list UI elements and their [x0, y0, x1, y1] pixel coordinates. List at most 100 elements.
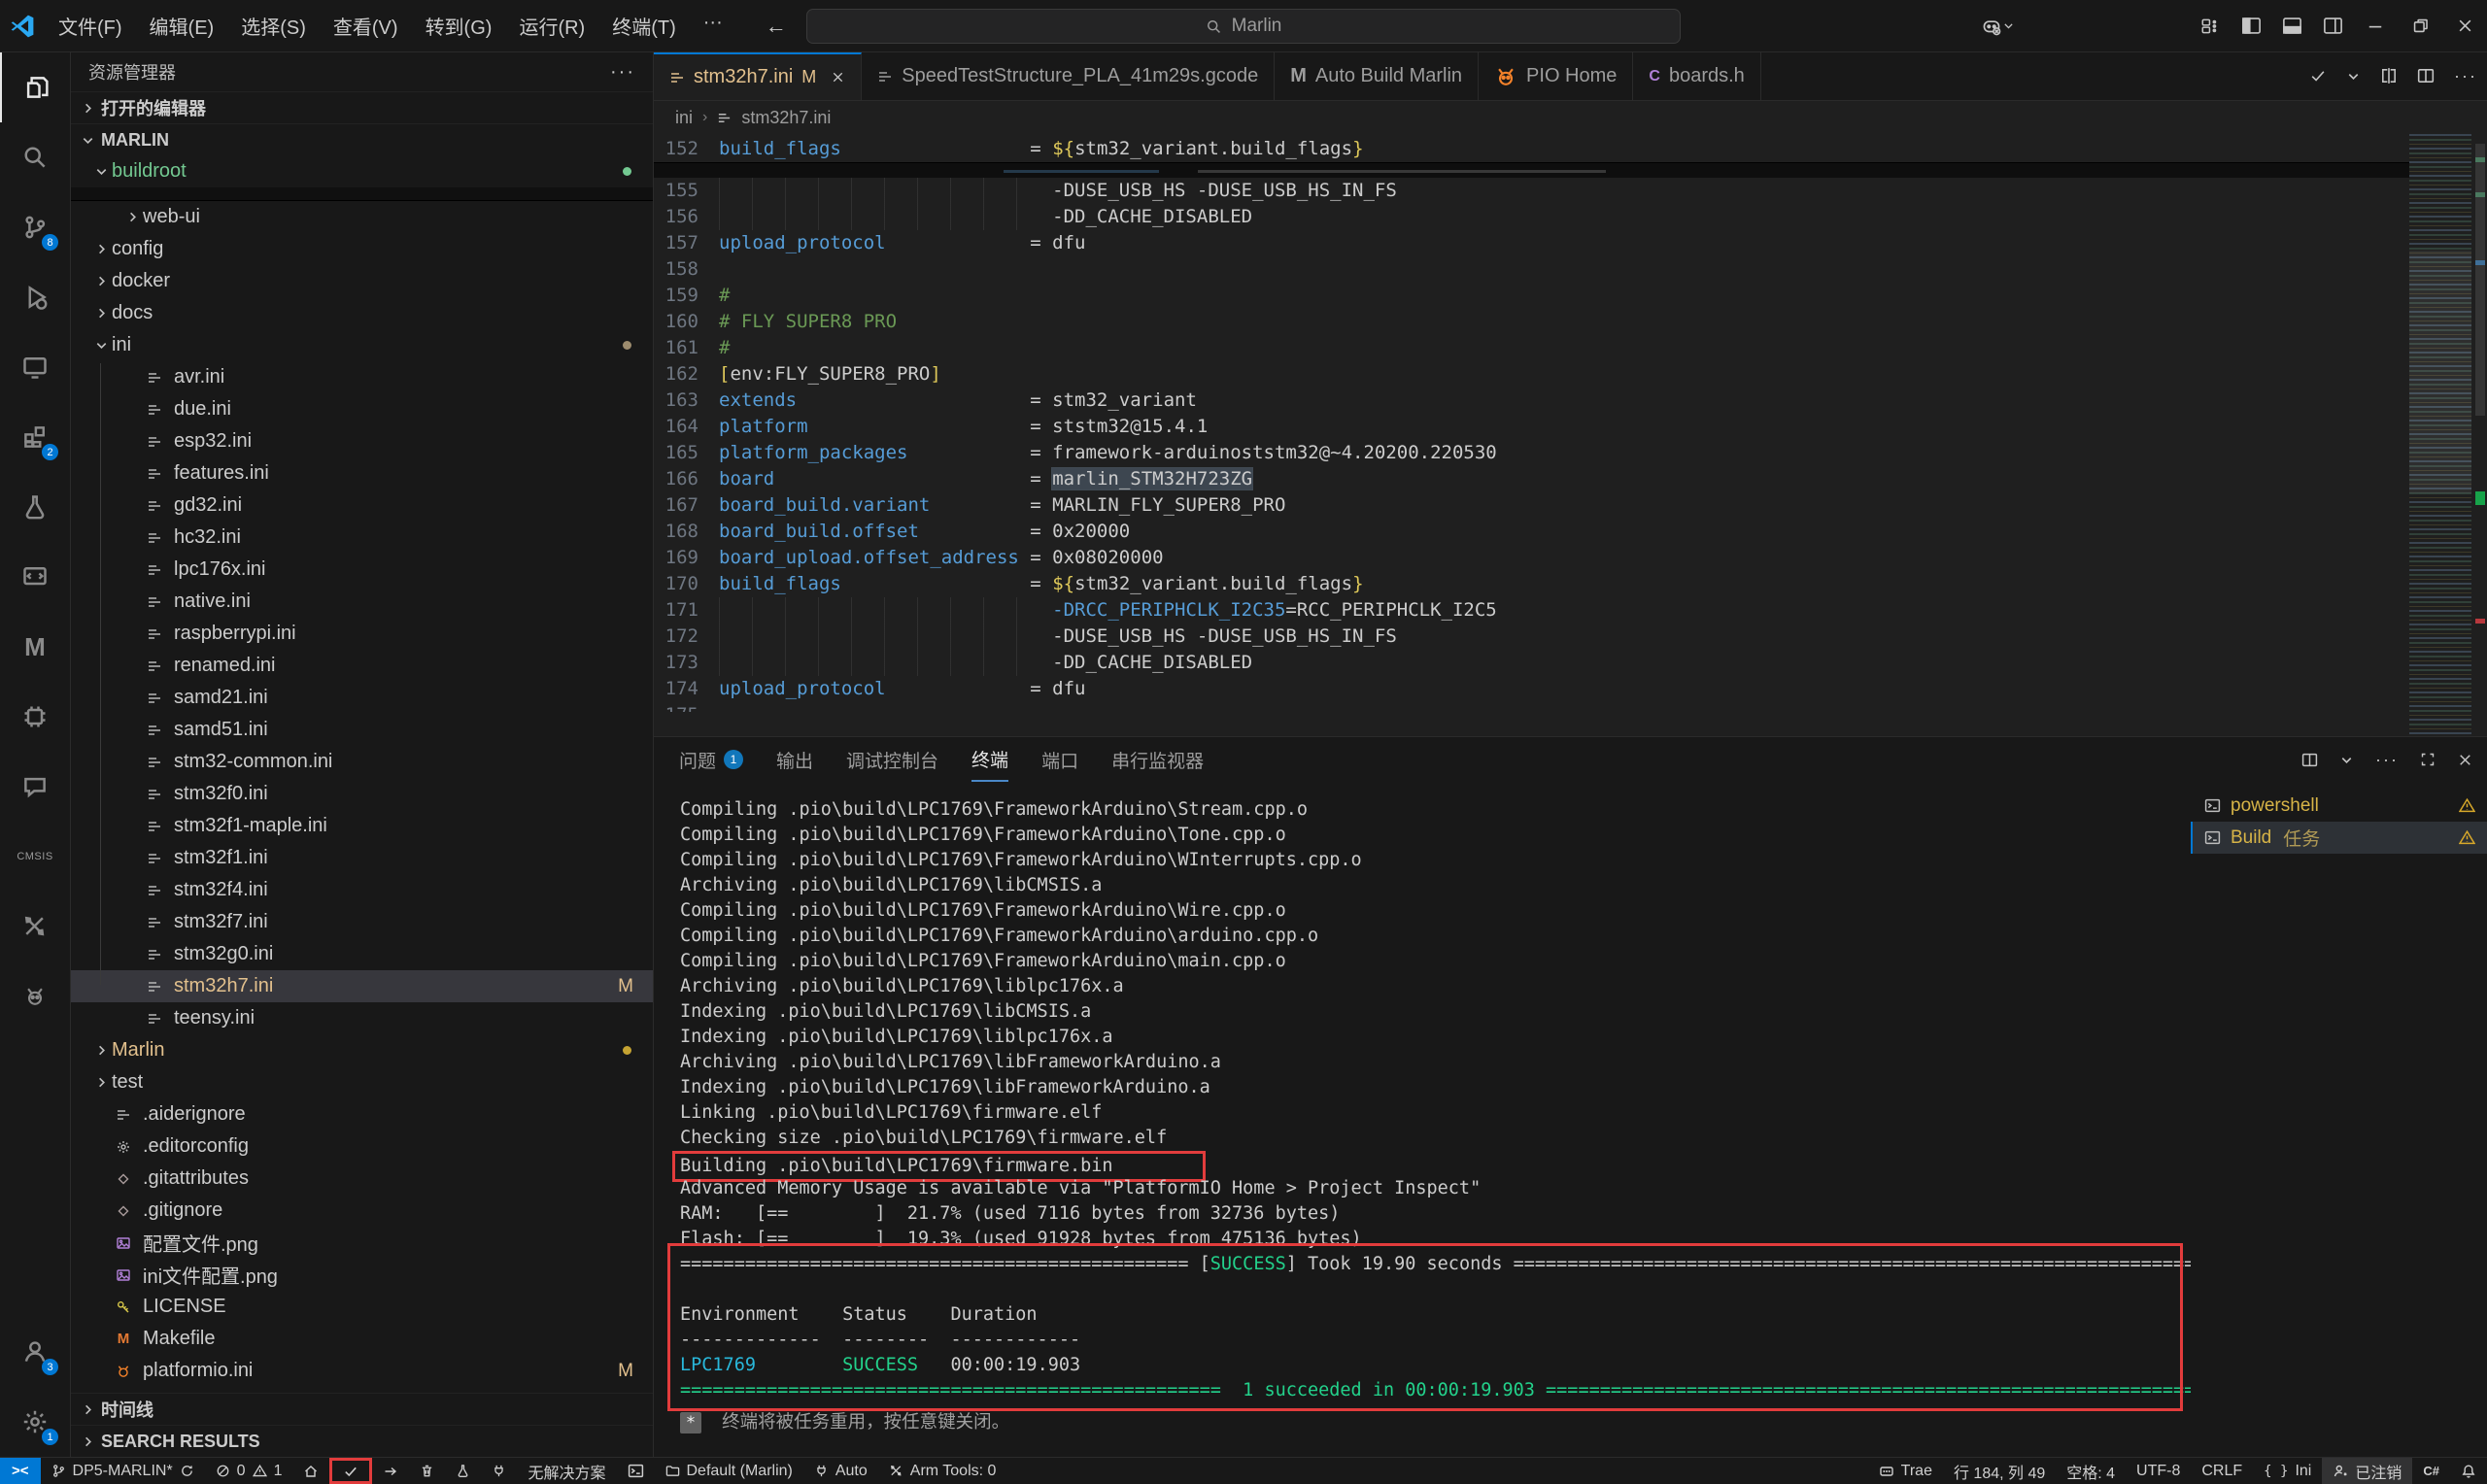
- code-editor[interactable]: 152build_flags = ${stm32_variant.build_f…: [654, 134, 2487, 736]
- tree-item-buildroot[interactable]: buildroot: [71, 155, 653, 187]
- tree-item-stm32f4.ini[interactable]: stm32f4.ini: [71, 874, 653, 906]
- status-language-mode[interactable]: { }Ini: [2253, 1458, 2322, 1484]
- tree-item-.editorconfig[interactable]: .editorconfig: [71, 1130, 653, 1163]
- status-check-task[interactable]: [329, 1458, 372, 1484]
- code-line-173[interactable]: 173 -DD_CACHE_DISABLED: [654, 650, 2409, 676]
- menu-文件(F)[interactable]: 文件(F): [45, 12, 136, 40]
- command-center-search[interactable]: Marlin: [806, 9, 1681, 44]
- open-editors-section[interactable]: 打开的编辑器: [71, 91, 653, 123]
- tab-PIO Home[interactable]: PIO Home: [1479, 52, 1633, 100]
- run-check-icon[interactable]: [2309, 67, 2327, 84]
- split-terminal-icon[interactable]: [2301, 752, 2318, 768]
- menu-选择(S)[interactable]: 选择(S): [227, 12, 320, 40]
- activity-explorer[interactable]: [0, 52, 70, 122]
- toggle-panel-icon[interactable]: [2271, 0, 2312, 51]
- code-line-152[interactable]: 152build_flags = ${stm32_variant.build_f…: [654, 136, 2409, 162]
- code-line-174[interactable]: 174upload_protocol = dfu: [654, 676, 2409, 702]
- status-trae[interactable]: Trae: [1868, 1458, 1943, 1484]
- toggle-secondary-sidebar-icon[interactable]: [2312, 0, 2353, 51]
- layout-customize-icon[interactable]: [2190, 0, 2231, 51]
- code-line-168[interactable]: 168board_build.offset = 0x20000: [654, 519, 2409, 545]
- tree-item-hc32.ini[interactable]: hc32.ini: [71, 522, 653, 554]
- status-terminal[interactable]: [617, 1458, 655, 1484]
- more-actions-icon[interactable]: ···: [2454, 66, 2477, 86]
- tree-item-platformio.ini[interactable]: platformio.iniM: [71, 1355, 653, 1387]
- tree-item-stm32-common.ini[interactable]: stm32-common.ini: [71, 746, 653, 778]
- tree-item-.gitattributes[interactable]: .gitattributes: [71, 1163, 653, 1195]
- status-problems[interactable]: 01: [205, 1458, 293, 1484]
- tree-item-gd32.ini[interactable]: gd32.ini: [71, 489, 653, 522]
- tree-item-avr.ini[interactable]: avr.ini: [71, 361, 653, 393]
- tab-boards.h[interactable]: Cboards.h: [1633, 52, 1760, 100]
- code-line-167[interactable]: 167board_build.variant = MARLIN_FLY_SUPE…: [654, 492, 2409, 519]
- activity-remote-monitor[interactable]: [0, 542, 70, 612]
- minimize-icon[interactable]: [2353, 0, 2398, 51]
- menu-转到(G)[interactable]: 转到(G): [412, 12, 506, 40]
- breadcrumb[interactable]: ini › stm32h7.ini: [654, 101, 2487, 134]
- tree-item-test[interactable]: test: [71, 1066, 653, 1098]
- activity-cmsis[interactable]: CMSIS: [0, 822, 70, 892]
- code-line-171[interactable]: 171 -DRCC_PERIPHCLK_I2C35=RCC_PERIPHCLK_…: [654, 597, 2409, 624]
- tree-item-native.ini[interactable]: native.ini: [71, 586, 653, 618]
- tree-item-.gitignore[interactable]: .gitignore: [71, 1195, 653, 1227]
- panel-tab-调试控制台[interactable]: 调试控制台: [846, 737, 938, 782]
- compare-icon[interactable]: [2380, 67, 2398, 84]
- tree-item-samd21.ini[interactable]: samd21.ini: [71, 682, 653, 714]
- menu-···[interactable]: ···: [690, 12, 736, 40]
- breadcrumb-file[interactable]: stm32h7.ini: [741, 108, 831, 128]
- tree-item-stm32g0.ini[interactable]: stm32g0.ini: [71, 938, 653, 970]
- panel-tab-问题[interactable]: 问题1: [679, 737, 743, 782]
- code-line-157[interactable]: 157upload_protocol = dfu: [654, 230, 2409, 256]
- status-csharp[interactable]: C#: [2412, 1458, 2450, 1484]
- tab-Auto Build Marlin[interactable]: MAuto Build Marlin: [1275, 52, 1479, 100]
- status-serial-monitor[interactable]: [481, 1458, 517, 1484]
- menu-运行(R)[interactable]: 运行(R): [505, 12, 598, 40]
- copilot-button[interactable]: [1981, 16, 2015, 37]
- more-actions-icon[interactable]: ···: [2375, 750, 2399, 770]
- workspace-section[interactable]: MARLIN: [71, 123, 653, 155]
- activity-source-control[interactable]: 8: [0, 192, 70, 262]
- status-branch[interactable]: DP5-MARLIN*: [41, 1458, 205, 1484]
- activity-embedded-tools[interactable]: [0, 892, 70, 961]
- activity-platformio[interactable]: [0, 961, 70, 1031]
- code-line-159[interactable]: 159#: [654, 283, 2409, 309]
- minimap-slider[interactable]: [2409, 251, 2471, 493]
- tab-stm32h7.ini[interactable]: stm32h7.iniM: [654, 52, 862, 100]
- tree-item-stm32f7.ini[interactable]: stm32f7.ini: [71, 906, 653, 938]
- code-line-169[interactable]: 169board_upload.offset_address = 0x08020…: [654, 545, 2409, 571]
- activity-search[interactable]: [0, 122, 70, 192]
- tree-item-stm32f1.ini[interactable]: stm32f1.ini: [71, 842, 653, 874]
- close-icon[interactable]: [831, 70, 845, 84]
- back-icon[interactable]: ←: [766, 14, 787, 39]
- tree-item-features.ini[interactable]: features.ini: [71, 457, 653, 489]
- tree-item-ini文件配置.png[interactable]: ini文件配置.png: [71, 1259, 653, 1291]
- tree-item-.aiderignore[interactable]: .aiderignore: [71, 1098, 653, 1130]
- panel-tab-端口[interactable]: 端口: [1041, 737, 1078, 782]
- split-editor-icon[interactable]: [2417, 67, 2435, 84]
- tree-item-raspberrypi.ini[interactable]: raspberrypi.ini: [71, 618, 653, 650]
- tree-item-配置文件.png[interactable]: 配置文件.png: [71, 1227, 653, 1259]
- menu-查看(V)[interactable]: 查看(V): [320, 12, 412, 40]
- breadcrumb-folder[interactable]: ini: [675, 108, 693, 128]
- code-line-161[interactable]: 161#: [654, 335, 2409, 361]
- status-eol[interactable]: CRLF: [2191, 1458, 2253, 1484]
- tree-item-teensy.ini[interactable]: teensy.ini: [71, 1002, 653, 1034]
- tree-item-lpc176x.ini[interactable]: lpc176x.ini: [71, 554, 653, 586]
- tree-item-stm32h7.ini[interactable]: stm32h7.iniM: [71, 970, 653, 1002]
- status-notifications[interactable]: [2450, 1458, 2487, 1484]
- code-line-172[interactable]: 172 -DUSE_USB_HS -DUSE_USB_HS_IN_FS: [654, 624, 2409, 650]
- tab-SpeedTestStructure_PLA_41m29s.gcode[interactable]: SpeedTestStructure_PLA_41m29s.gcode: [862, 52, 1275, 100]
- status-clean-task[interactable]: [409, 1458, 445, 1484]
- tree-item-esp32.ini[interactable]: esp32.ini: [71, 425, 653, 457]
- menu-终端(T)[interactable]: 终端(T): [598, 12, 690, 40]
- tree-item-due.ini[interactable]: due.ini: [71, 393, 653, 425]
- status-upload-task[interactable]: [372, 1458, 409, 1484]
- activity-auto-build-marlin[interactable]: M: [0, 612, 70, 682]
- menu-编辑(E)[interactable]: 编辑(E): [136, 12, 228, 40]
- activity-remote-explorer[interactable]: [0, 332, 70, 402]
- status-copilot-status[interactable]: 已注销: [2322, 1458, 2412, 1484]
- terminal-instance-powershell[interactable]: powershell: [2191, 790, 2487, 822]
- code-line-158[interactable]: 158: [654, 256, 2409, 283]
- status-encoding[interactable]: UTF-8: [2126, 1458, 2191, 1484]
- tree-item-docs[interactable]: docs: [71, 297, 653, 329]
